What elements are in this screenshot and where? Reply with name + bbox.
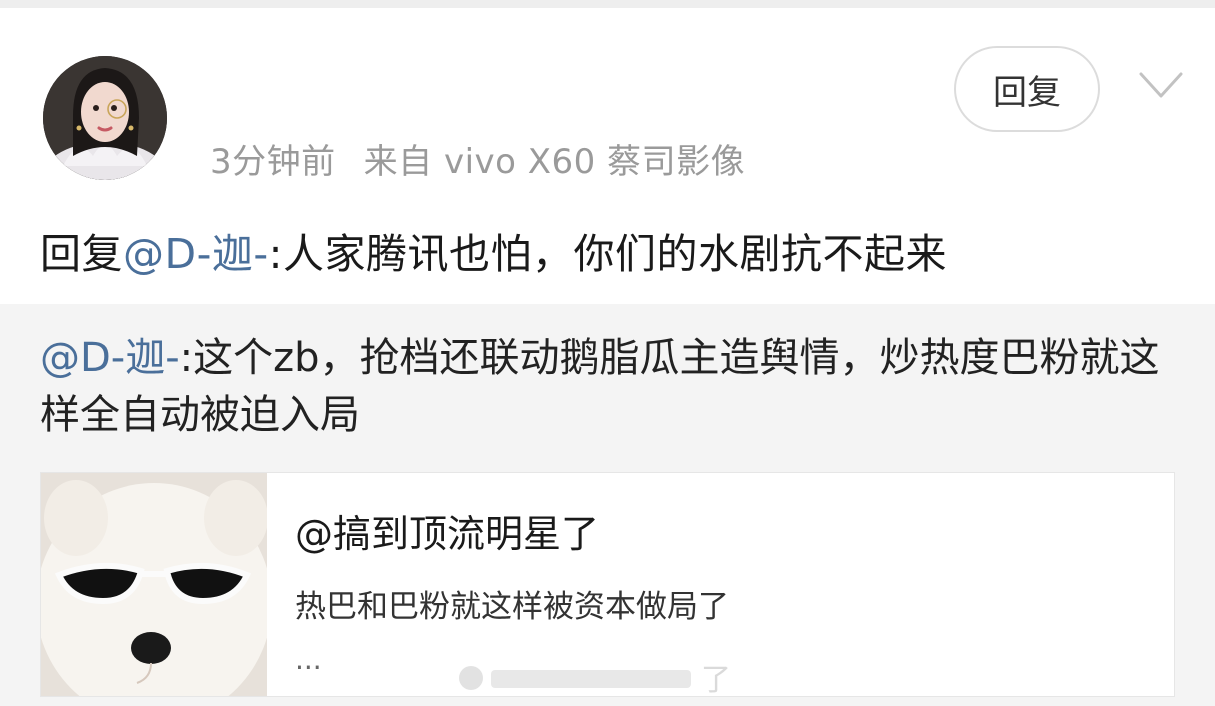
chevron-down-icon [1139, 72, 1183, 98]
quoted-mention-link[interactable]: @D-迦- [40, 335, 180, 381]
more-options-button[interactable] [1137, 66, 1185, 106]
avatar-image [43, 56, 167, 180]
card-description: 热巴和巴粉就这样被资本做局了 [295, 589, 729, 625]
card-thumbnail [41, 473, 267, 696]
card-title: @搞到顶流明星了 [295, 512, 600, 556]
watermark-char: 了 [701, 663, 731, 698]
reply-prefix: 回复 [40, 230, 123, 278]
post-meta: 3分钟前 来自 vivo X60 蔡司影像 [210, 134, 745, 183]
top-divider [0, 0, 1215, 8]
watermark: 了 [455, 658, 755, 698]
reply-content: 回复@D-迦-:人家腾讯也怕，你们的水剧抗不起来 [40, 220, 947, 280]
watermark-image: 了 [459, 663, 731, 698]
post-source[interactable]: 来自 vivo X60 蔡司影像 [364, 142, 745, 182]
weibo-comment-page: 3分钟前 来自 vivo X60 蔡司影像 回复 回复@D-迦-:人家腾讯也怕，你… [0, 0, 1215, 706]
post-time: 3分钟前 [210, 142, 336, 182]
quoted-post-text: @D-迦-:这个zb，抢档还联动鹅脂瓜主造舆情，炒热度巴粉就这样全自动被迫入局 [40, 330, 1180, 444]
reply-body: :人家腾讯也怕，你们的水剧抗不起来 [268, 230, 947, 278]
reply-mention-link[interactable]: @D-迦- [123, 230, 269, 278]
reply-button[interactable]: 回复 [954, 46, 1100, 132]
card-ellipsis: ... [295, 643, 322, 676]
avatar[interactable] [43, 56, 167, 180]
dog-sunglasses-image [41, 473, 267, 696]
quoted-body: :这个zb，抢档还联动鹅脂瓜主造舆情，炒热度巴粉就这样全自动被迫入局 [40, 335, 1160, 438]
